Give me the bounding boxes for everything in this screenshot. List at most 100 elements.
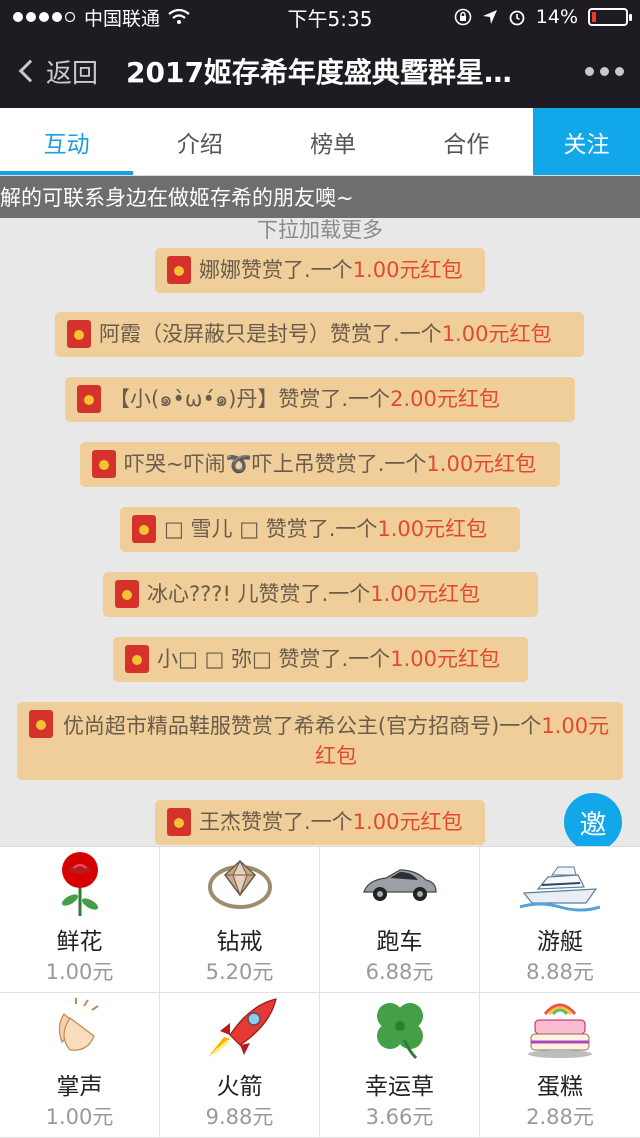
message-text: 吓哭~吓闹➰吓上吊赞赏了.一个1.00元红包 (124, 452, 537, 476)
message-text: □ 雪儿 □ 赞赏了.一个1.00元红包 (164, 517, 488, 541)
gift-name: 蛋糕 (537, 1074, 583, 1100)
message-text: 冰心???! 儿赞赏了.一个1.00元红包 (147, 582, 480, 606)
tab-cooperation[interactable]: 合作 (400, 108, 533, 175)
more-menu-button[interactable] (585, 66, 624, 76)
list-item: □ 雪儿 □ 赞赏了.一个1.00元红包 (120, 507, 520, 552)
gift-name: 掌声 (56, 1074, 103, 1100)
back-label: 返回 (46, 58, 99, 89)
amount: 1.00元红包 (370, 582, 480, 606)
amount: 1.00元红包 (352, 258, 463, 282)
carrier-name: 中国联通 (84, 7, 161, 30)
amount: 1.00元红包 (426, 452, 537, 476)
message-feed[interactable]: 娜娜赞赏了.一个1.00元红包 阿霞（没屏蔽只是封号）赞赏了.一个1.00元红包… (0, 248, 640, 846)
red-envelope-icon (132, 515, 156, 543)
red-envelope-icon (92, 450, 116, 478)
status-time: 下午5:35 (287, 6, 373, 31)
amount: 1.00元红包 (390, 647, 500, 671)
follow-button[interactable]: 关注 (533, 108, 640, 175)
gift-rocket[interactable]: 火箭 9.88元 (160, 992, 320, 1138)
tab-introduction[interactable]: 介绍 (133, 108, 266, 175)
rocket-icon (200, 993, 280, 1063)
list-item: 吓哭~吓闹➰吓上吊赞赏了.一个1.00元红包 (80, 442, 560, 487)
orientation-lock-icon (454, 8, 472, 26)
tab-interaction[interactable]: 互动 (0, 108, 134, 175)
notice-marquee: 解的可联系身边在做姬存希的朋友噢~ (0, 176, 640, 218)
list-item: 王杰赞赏了.一个1.00元红包 (155, 800, 485, 845)
nav-bar: 返回 2017姬存希年度盛典暨群星… (0, 34, 640, 108)
alarm-icon (509, 10, 525, 26)
amount: 1.00元红包 (441, 322, 552, 346)
red-envelope-icon (77, 385, 101, 413)
gift-panel: 鲜花 1.00元 钻戒 5.20元 跑车 6.88元 游艇 8.88元 掌声 1… (0, 846, 640, 1138)
page-title: 2017姬存希年度盛典暨群星… (126, 56, 512, 89)
cake-icon (520, 993, 600, 1063)
gift-clover[interactable]: 幸运草 3.66元 (320, 992, 480, 1138)
gift-cake[interactable]: 蛋糕 2.88元 (480, 993, 640, 1138)
amount: 1.00元红包 (352, 810, 463, 834)
gift-applause[interactable]: 掌声 1.00元 (0, 992, 160, 1138)
location-icon (482, 10, 497, 24)
signal-icon (13, 11, 76, 23)
status-left: 中国联通 (12, 4, 252, 31)
rose-icon (40, 848, 120, 918)
gift-price: 8.88元 (526, 959, 594, 984)
wifi-icon (168, 9, 190, 24)
message-text: 阿霞（没屏蔽只是封号）赞赏了.一个1.00元红包 (99, 322, 552, 346)
gift-name: 鲜花 (56, 928, 103, 955)
more-dot-icon (615, 66, 624, 76)
list-item: 阿霞（没屏蔽只是封号）赞赏了.一个1.00元红包 (55, 312, 584, 357)
pull-to-load-hint: 下拉加载更多 (257, 218, 383, 242)
gift-price: 1.00元 (45, 959, 114, 984)
gift-name: 钻戒 (216, 928, 263, 955)
gift-diamond-ring[interactable]: 钻戒 5.20元 (160, 847, 320, 993)
status-bar: 中国联通 下午5:35 14% (0, 0, 640, 34)
tab-bar: 互动 介绍 榜单 合作 关注 (0, 108, 640, 176)
gift-price: 9.88元 (205, 1105, 274, 1129)
red-envelope-icon (67, 320, 91, 348)
gift-yacht[interactable]: 游艇 8.88元 (480, 847, 640, 993)
red-envelope-icon (167, 808, 191, 836)
diamond-ring-icon (200, 848, 280, 918)
red-envelope-icon (125, 645, 149, 673)
red-envelope-icon (167, 256, 191, 284)
chevron-left-icon (18, 59, 42, 83)
gift-price: 2.88元 (526, 1105, 594, 1129)
gift-price: 1.00元 (45, 1105, 114, 1129)
list-item: 娜娜赞赏了.一个1.00元红包 (155, 248, 485, 293)
red-envelope-icon (29, 710, 53, 738)
back-button[interactable]: 返回 (16, 53, 126, 90)
amount: 1.00元红包 (377, 517, 488, 541)
gift-price: 6.88元 (365, 959, 434, 984)
battery-percent: 14% (535, 6, 578, 28)
amount: 2.00元红包 (390, 387, 500, 411)
gift-price: 5.20元 (205, 959, 274, 984)
sports-car-icon (360, 848, 440, 918)
tab-ranking[interactable]: 榜单 (267, 108, 400, 175)
gift-name: 跑车 (376, 928, 423, 955)
message-text: 娜娜赞赏了.一个1.00元红包 (199, 258, 463, 282)
list-item: 优尚超市精品鞋服赞赏了希希公主(官方招商号)一个1.00元红包 (17, 702, 623, 780)
clapping-hands-icon (40, 993, 120, 1063)
gift-sports-car[interactable]: 跑车 6.88元 (320, 847, 480, 993)
yacht-icon (520, 848, 600, 918)
red-envelope-icon (115, 580, 139, 608)
message-text: 优尚超市精品鞋服赞赏了希希公主(官方招商号)一个1.00元红包 (62, 714, 610, 768)
more-dot-icon (585, 66, 594, 76)
clover-icon (360, 993, 440, 1063)
list-item: 冰心???! 儿赞赏了.一个1.00元红包 (103, 572, 538, 617)
list-item: 小□ □ 弥□ 赞赏了.一个1.00元红包 (113, 637, 528, 682)
gift-price: 3.66元 (365, 1105, 434, 1129)
list-item: 【小(๑•̀ω•́๑)丹】赞赏了.一个2.00元红包 (65, 377, 575, 422)
message-text: 王杰赞赏了.一个1.00元红包 (199, 810, 463, 834)
status-right: 14% (408, 6, 632, 28)
top-bar: 中国联通 下午5:35 14% 返回 2017姬存希年度盛典暨群星… (0, 0, 640, 108)
message-text: 小□ □ 弥□ 赞赏了.一个1.00元红包 (157, 647, 500, 671)
gift-name: 火箭 (216, 1074, 263, 1100)
gift-name: 游艇 (537, 928, 583, 955)
invite-button[interactable]: 邀 (564, 793, 622, 851)
message-text: 【小(๑•̀ω•́๑)丹】赞赏了.一个2.00元红包 (109, 387, 500, 411)
more-dot-icon (600, 66, 609, 76)
gift-name: 幸运草 (365, 1074, 434, 1100)
battery-icon (588, 8, 632, 26)
gift-flower[interactable]: 鲜花 1.00元 (0, 847, 160, 993)
